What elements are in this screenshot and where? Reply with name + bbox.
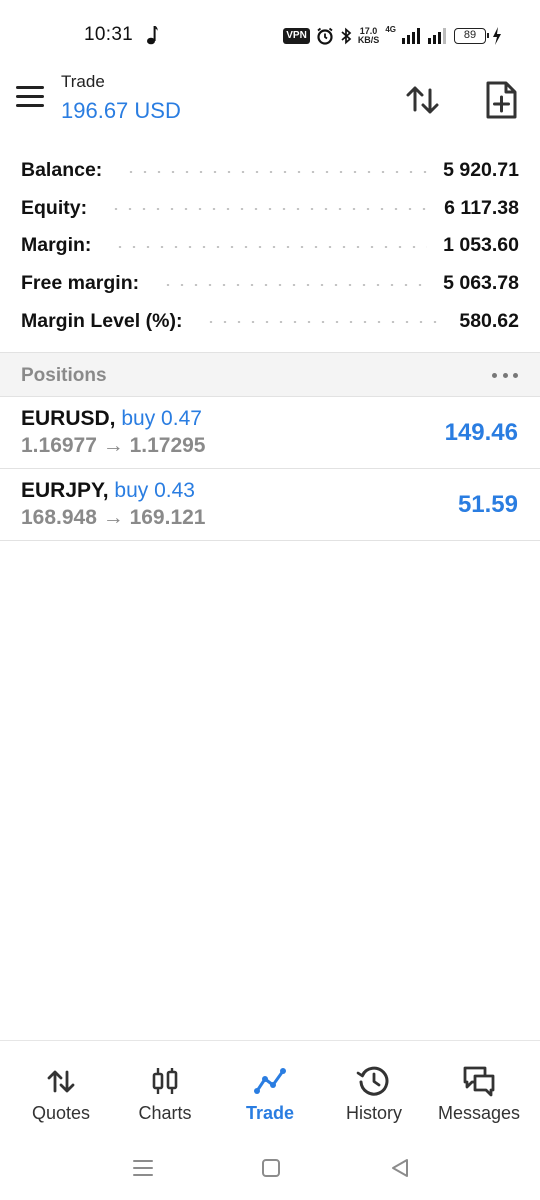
status-bar: 10:31 VPN 17.0 KB/S 4G 89 bbox=[0, 0, 540, 72]
nav-label: Quotes bbox=[31, 1103, 91, 1123]
dotted-leader bbox=[124, 170, 428, 173]
position-profit: 51.59 bbox=[457, 491, 518, 518]
position-profit: 149.46 bbox=[444, 419, 518, 446]
status-indicators: VPN 17.0 KB/S 4G 89 bbox=[283, 25, 502, 47]
signal-icon-2 bbox=[428, 28, 446, 44]
nav-trade[interactable]: Trade bbox=[219, 1041, 321, 1141]
summary-row-margin: Margin: 1 053.60 bbox=[0, 227, 540, 265]
position-row-eurjpy[interactable]: EURJPY, buy 0.43 168.948 → 169.121 51.59 bbox=[0, 469, 540, 541]
status-time: 10:31 bbox=[84, 24, 134, 45]
signal-icon bbox=[402, 28, 420, 44]
charging-icon bbox=[493, 27, 501, 45]
nav-label: Charts bbox=[138, 1103, 192, 1123]
more-options-icon[interactable] bbox=[492, 365, 518, 385]
candlestick-icon bbox=[152, 1068, 178, 1094]
dot bbox=[492, 372, 497, 378]
account-summary: Balance: 5 920.71 Equity: 6 117.38 Margi… bbox=[0, 152, 540, 340]
nav-history[interactable]: History bbox=[323, 1041, 425, 1141]
menu-icon-bar bbox=[16, 104, 44, 107]
position-prices: 168.948 → 169.121 bbox=[21, 506, 206, 529]
position-title: EURUSD, buy 0.47 bbox=[21, 407, 202, 431]
menu-button[interactable] bbox=[16, 86, 46, 110]
network-type: 4G bbox=[385, 25, 396, 34]
nav-messages[interactable]: Messages bbox=[427, 1041, 531, 1141]
vpn-badge: VPN bbox=[283, 28, 310, 44]
positions-header: Positions bbox=[0, 352, 540, 397]
summary-label: Free margin: bbox=[21, 272, 140, 295]
summary-value: 1 053.60 bbox=[443, 234, 519, 257]
nav-label: Trade bbox=[245, 1103, 295, 1123]
menu-icon-bar bbox=[16, 95, 44, 98]
app-header: Trade 196.67 USD bbox=[0, 72, 540, 150]
page-title: Trade bbox=[61, 72, 105, 91]
position-title: EURJPY, buy 0.43 bbox=[21, 479, 195, 503]
summary-value: 6 117.38 bbox=[444, 196, 519, 219]
messages-icon bbox=[463, 1066, 495, 1097]
summary-row-free-margin: Free margin: 5 063.78 bbox=[0, 265, 540, 303]
back-icon[interactable] bbox=[388, 1156, 412, 1180]
position-direction: buy 0.47 bbox=[121, 407, 202, 430]
alarm-icon bbox=[317, 27, 333, 45]
position-direction: buy 0.43 bbox=[114, 479, 195, 502]
nav-label: History bbox=[345, 1103, 402, 1123]
new-order-icon[interactable] bbox=[482, 80, 520, 120]
dotted-leader bbox=[109, 208, 429, 211]
header-balance: 196.67 USD bbox=[61, 98, 181, 123]
summary-label: Balance: bbox=[21, 159, 103, 182]
nav-quotes[interactable]: Quotes bbox=[10, 1041, 112, 1141]
trade-icon bbox=[254, 1068, 286, 1094]
summary-label: Equity: bbox=[21, 196, 88, 219]
summary-value: 5 920.71 bbox=[443, 159, 519, 182]
summary-value: 580.62 bbox=[459, 309, 519, 332]
summary-value: 5 063.78 bbox=[443, 272, 519, 295]
network-speed: 17.0 KB/S bbox=[358, 27, 380, 45]
summary-label: Margin Level (%): bbox=[21, 309, 183, 332]
dotted-leader bbox=[161, 283, 428, 286]
music-note-icon bbox=[147, 26, 158, 45]
quotes-icon bbox=[47, 1070, 75, 1093]
position-row-eurusd[interactable]: EURUSD, buy 0.47 1.16977 → 1.17295 149.4… bbox=[0, 397, 540, 469]
home-icon[interactable] bbox=[259, 1156, 283, 1180]
bottom-navigation: Quotes Charts Trade History Messages bbox=[0, 1040, 540, 1140]
battery-indicator: 89 bbox=[454, 28, 489, 44]
positions-title: Positions bbox=[21, 365, 107, 386]
history-icon bbox=[356, 1066, 389, 1096]
nav-charts[interactable]: Charts bbox=[114, 1041, 216, 1141]
menu-icon bbox=[16, 86, 44, 89]
summary-label: Margin: bbox=[21, 234, 92, 257]
summary-row-equity: Equity: 6 117.38 bbox=[0, 190, 540, 228]
system-navigation bbox=[0, 1140, 540, 1200]
position-symbol: EURJPY, bbox=[21, 479, 109, 502]
dot bbox=[502, 372, 508, 378]
speed-unit: KB/S bbox=[357, 35, 380, 45]
position-prices: 1.16977 → 1.17295 bbox=[21, 434, 206, 457]
recent-apps-icon[interactable] bbox=[131, 1156, 155, 1180]
summary-row-balance: Balance: 5 920.71 bbox=[0, 152, 540, 190]
dotted-leader bbox=[113, 245, 428, 248]
nav-label: Messages bbox=[437, 1103, 521, 1123]
dot bbox=[513, 372, 518, 378]
dotted-leader bbox=[204, 321, 444, 324]
position-symbol: EURUSD, bbox=[21, 407, 116, 430]
sort-icon[interactable] bbox=[403, 80, 443, 120]
bluetooth-icon bbox=[341, 27, 352, 45]
summary-row-margin-level: Margin Level (%): 580.62 bbox=[0, 302, 540, 340]
